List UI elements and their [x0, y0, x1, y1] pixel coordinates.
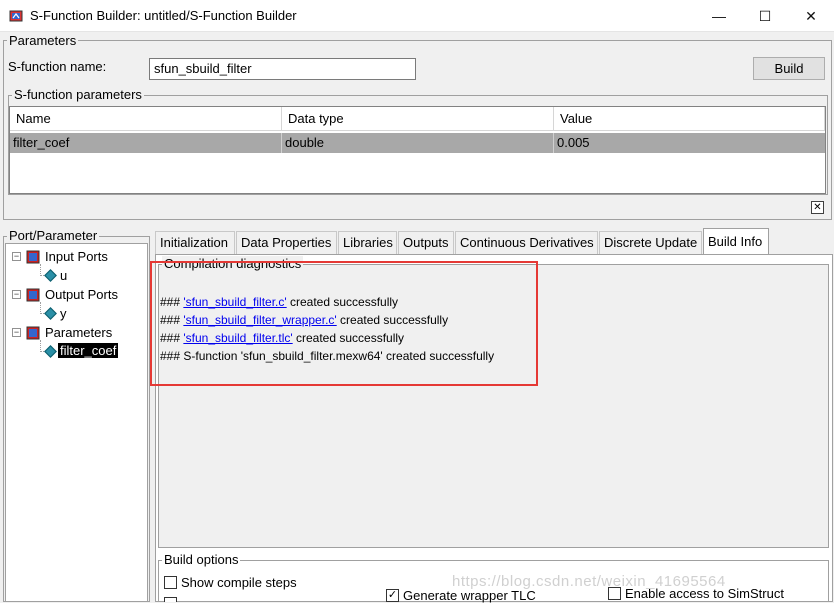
expand-input-ports-icon[interactable]: − — [12, 252, 21, 261]
tab-libraries[interactable]: Libraries — [338, 231, 397, 254]
cell-value[interactable]: 0.005 — [554, 133, 825, 153]
output-ports-block-icon — [26, 288, 40, 302]
watermark-text: https://blog.csdn.net/weixin_41695564 — [452, 573, 726, 590]
tab-data-properties[interactable]: Data Properties — [236, 231, 337, 254]
table-header-row: Name Data type Value — [10, 107, 825, 131]
build-button[interactable]: Build — [753, 57, 825, 80]
tree-node-input-ports[interactable]: Input Ports — [45, 249, 108, 264]
tab-discrete-update[interactable]: Discrete Update — [599, 231, 702, 254]
parameters-block-icon — [26, 326, 40, 340]
port-parameter-tree: − Input Ports u − Output Ports y − Param… — [5, 243, 148, 602]
delete-parameter-button[interactable]: ✕ — [811, 201, 824, 214]
maximize-button[interactable]: ☐ — [742, 0, 788, 32]
sfunction-parameters-table: Name Data type Value filter_coef double … — [9, 106, 826, 194]
table-row[interactable]: filter_coef double 0.005 — [10, 133, 825, 153]
tree-node-output-ports[interactable]: Output Ports — [45, 287, 118, 302]
close-window-button[interactable]: ✕ — [788, 0, 834, 32]
input-ports-block-icon — [26, 250, 40, 264]
generate-wrapper-tlc-label[interactable]: Generate wrapper TLC — [403, 588, 536, 603]
build-options-label: Build options — [162, 552, 241, 567]
column-header-name[interactable]: Name — [10, 107, 282, 131]
port-diamond-icon — [44, 269, 57, 282]
tab-initialization[interactable]: Initialization — [155, 231, 235, 254]
cell-data-type[interactable]: double — [282, 133, 554, 153]
tab-outputs[interactable]: Outputs — [398, 231, 454, 254]
sfunction-name-input[interactable]: sfun_sbuild_filter — [149, 58, 416, 80]
cell-name[interactable]: filter_coef — [10, 133, 282, 153]
show-compile-steps-label[interactable]: Show compile steps — [181, 575, 297, 590]
tab-continuous-derivatives[interactable]: Continuous Derivatives — [455, 231, 598, 254]
highlight-annotation-box — [150, 261, 538, 386]
port-parameter-label: Port/Parameter — [7, 228, 100, 243]
tree-node-y[interactable]: y — [60, 306, 67, 321]
partial-checkbox[interactable] — [164, 597, 177, 602]
minimize-button[interactable]: — — [696, 0, 742, 32]
generate-wrapper-tlc-checkbox[interactable]: ✓ — [386, 589, 399, 602]
window-title: S-Function Builder: untitled/S-Function … — [30, 8, 297, 23]
tab-strip: Initialization Data Properties Libraries… — [155, 228, 833, 255]
expand-output-ports-icon[interactable]: − — [12, 290, 21, 299]
tree-node-u[interactable]: u — [60, 268, 67, 283]
show-compile-steps-checkbox[interactable] — [164, 576, 177, 589]
column-header-value[interactable]: Value — [554, 107, 825, 131]
column-header-data-type[interactable]: Data type — [282, 107, 554, 131]
sfunction-parameters-label: S-function parameters — [12, 87, 144, 102]
tab-build-info[interactable]: Build Info — [703, 228, 769, 255]
parameter-diamond-icon — [44, 345, 57, 358]
expand-parameters-icon[interactable]: − — [12, 328, 21, 337]
simulink-block-icon — [9, 10, 23, 22]
sfunction-name-label: S-function name: — [8, 59, 107, 74]
title-bar: S-Function Builder: untitled/S-Function … — [0, 0, 834, 32]
tree-node-filter-coef[interactable]: filter_coef — [58, 343, 119, 358]
port-diamond-icon — [44, 307, 57, 320]
parameters-group-label: Parameters — [7, 33, 79, 48]
tree-node-parameters[interactable]: Parameters — [45, 325, 112, 340]
